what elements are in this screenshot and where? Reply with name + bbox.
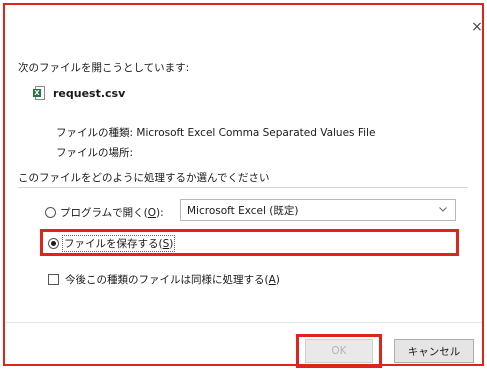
program-select[interactable]: Microsoft Excel (既定) bbox=[180, 199, 456, 221]
open-with-label[interactable]: プログラムで開く(O): bbox=[60, 205, 164, 220]
cancel-button[interactable]: キャンセル bbox=[394, 339, 474, 363]
footer-divider bbox=[5, 322, 482, 323]
file-type-label: ファイルの種類: bbox=[56, 127, 134, 139]
file-location-label: ファイルの場所: bbox=[56, 147, 134, 159]
save-file-radio[interactable] bbox=[48, 238, 59, 249]
remember-option[interactable]: 今後この種類のファイルは同様に処理する(A) bbox=[48, 272, 280, 287]
excel-csv-icon: X bbox=[33, 86, 45, 100]
ok-button[interactable]: OK bbox=[305, 339, 373, 363]
file-location-info: ファイルの場所: bbox=[56, 145, 133, 160]
file-type-value: Microsoft Excel Comma Separated Values F… bbox=[136, 127, 376, 139]
save-file-option[interactable]: ファイルを保存する(S) bbox=[48, 235, 176, 252]
file-row: X request.csv bbox=[33, 86, 125, 100]
file-type-info: ファイルの種類: Microsoft Excel Comma Separated… bbox=[56, 125, 375, 140]
save-file-label[interactable]: ファイルを保存する(S) bbox=[61, 235, 176, 252]
remember-label[interactable]: 今後この種類のファイルは同様に処理する(A) bbox=[65, 272, 280, 287]
chevron-down-icon[interactable] bbox=[439, 205, 447, 213]
open-with-option[interactable]: プログラムで開く(O): bbox=[45, 205, 164, 220]
file-name: request.csv bbox=[53, 86, 126, 100]
group-title: このファイルをどのように処理するか選んでください bbox=[18, 170, 274, 185]
close-icon[interactable]: × bbox=[470, 20, 484, 34]
program-select-value: Microsoft Excel (既定) bbox=[187, 204, 299, 217]
dialog-prompt: 次のファイルを開こうとしています: bbox=[18, 62, 190, 74]
remember-checkbox[interactable] bbox=[48, 274, 59, 285]
group-divider bbox=[18, 187, 468, 188]
open-with-radio[interactable] bbox=[45, 207, 56, 218]
